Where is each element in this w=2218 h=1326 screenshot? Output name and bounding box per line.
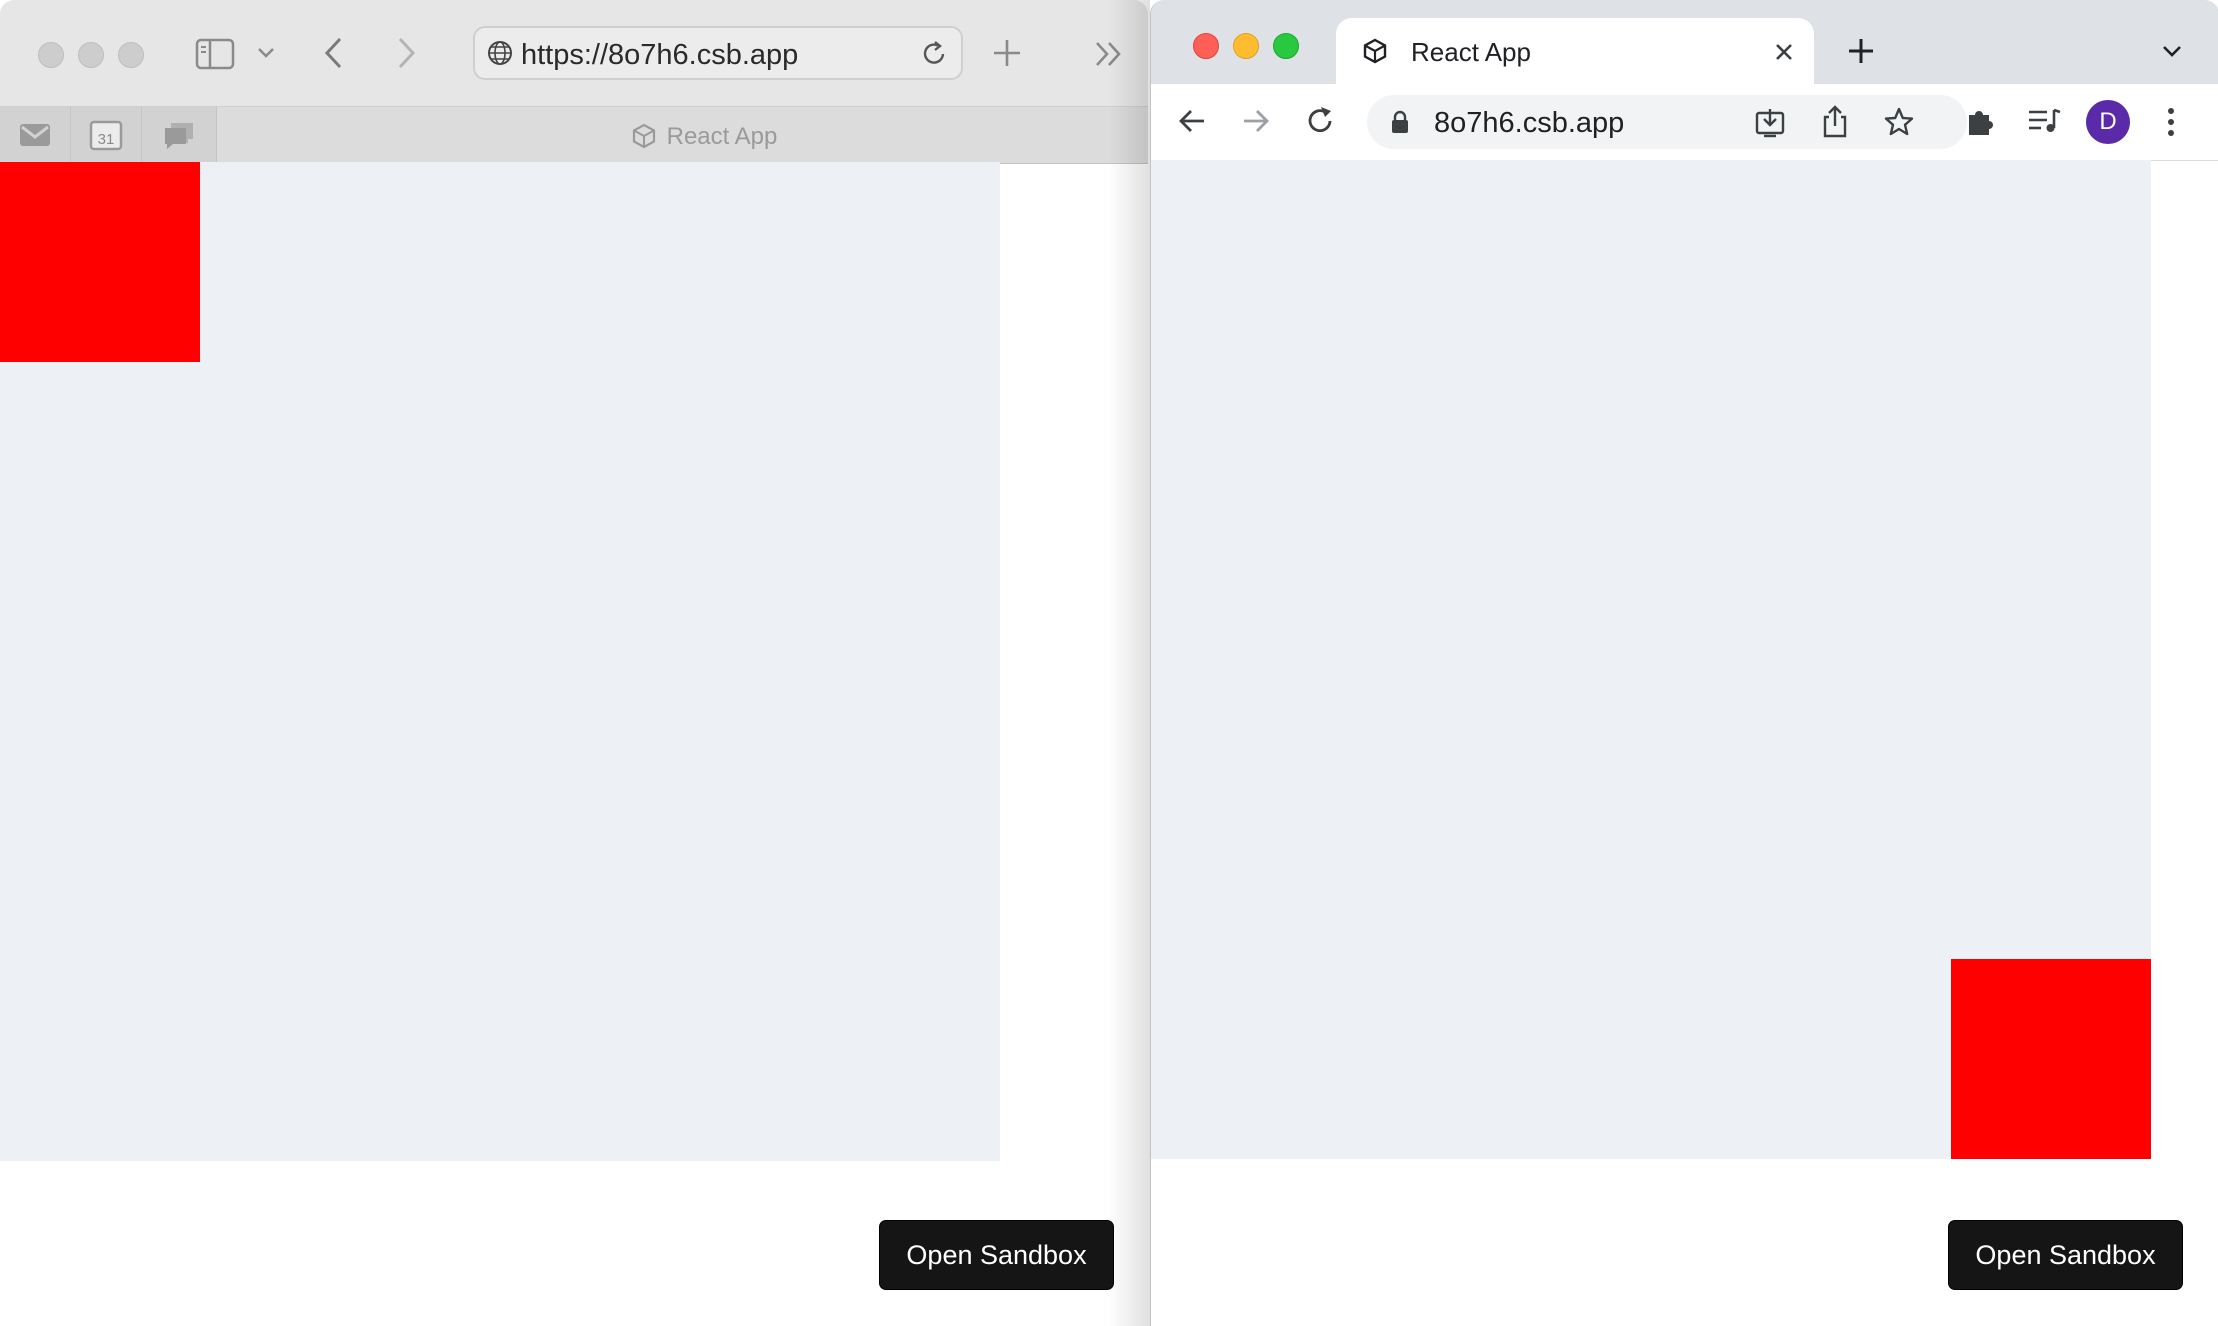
tab-title: React App (666, 123, 778, 150)
address-text: https://8o7h6.csb.app (521, 39, 799, 71)
profile-avatar[interactable]: D (2086, 100, 2130, 144)
active-tab[interactable]: React App (0, 123, 1148, 151)
address-bar[interactable]: https://8o7h6.csb.app (473, 26, 963, 80)
chrome-tab-bar: React App (1151, 0, 2218, 84)
zoom-window-button[interactable] (1273, 33, 1299, 59)
tab-search-icon[interactable] (2161, 44, 2183, 58)
minimize-window-button[interactable] (1233, 33, 1259, 59)
reading-list-icon[interactable] (2027, 106, 2061, 136)
forward-icon[interactable] (394, 36, 418, 70)
tab-title: React App (1411, 37, 1531, 67)
close-window-button[interactable] (38, 42, 64, 68)
globe-icon (488, 41, 512, 65)
star-icon[interactable] (1883, 106, 1915, 138)
codesandbox-icon (1363, 38, 1387, 64)
omnibox-text: 8o7h6.csb.app (1434, 107, 1625, 139)
red-box (0, 162, 200, 362)
chevron-down-icon[interactable] (256, 46, 276, 60)
share-icon[interactable] (1821, 105, 1849, 139)
menu-icon[interactable] (2165, 106, 2177, 138)
close-icon[interactable] (1774, 42, 1794, 62)
app-canvas (0, 162, 1000, 1161)
minimize-window-button[interactable] (78, 42, 104, 68)
safari-toolbar: https://8o7h6.csb.app (0, 0, 1148, 106)
app-canvas (1151, 160, 2151, 1159)
codesandbox-icon (632, 123, 655, 149)
extensions-icon[interactable] (1964, 106, 1996, 138)
red-box (1951, 959, 2151, 1159)
new-tab-icon[interactable] (991, 37, 1023, 69)
lock-icon[interactable] (1391, 110, 1409, 134)
close-window-button[interactable] (1193, 33, 1219, 59)
open-sandbox-button[interactable]: Open Sandbox (1949, 1221, 2182, 1289)
chrome-window: React App 8o7h6.csb.app D Open Sandbox (1150, 0, 2218, 1326)
open-sandbox-button[interactable]: Open Sandbox (880, 1221, 1113, 1289)
safari-tab-strip: 31 React App (0, 106, 1148, 164)
forward-icon[interactable] (1241, 106, 1271, 136)
reload-icon[interactable] (921, 40, 949, 68)
safari-window: https://8o7h6.csb.app 31 React App Open … (0, 0, 1148, 1326)
sidebar-icon[interactable] (195, 38, 235, 70)
omnibox[interactable]: 8o7h6.csb.app (1367, 95, 1967, 149)
install-icon[interactable] (1754, 107, 1786, 139)
active-tab[interactable]: React App (1336, 18, 1814, 84)
back-icon[interactable] (1177, 106, 1207, 136)
zoom-window-button[interactable] (118, 42, 144, 68)
window-shadow (1108, 0, 1150, 1326)
back-icon[interactable] (322, 36, 346, 70)
reload-icon[interactable] (1304, 105, 1336, 137)
new-tab-icon[interactable] (1847, 37, 1875, 65)
chrome-toolbar: 8o7h6.csb.app D (1151, 84, 2218, 161)
